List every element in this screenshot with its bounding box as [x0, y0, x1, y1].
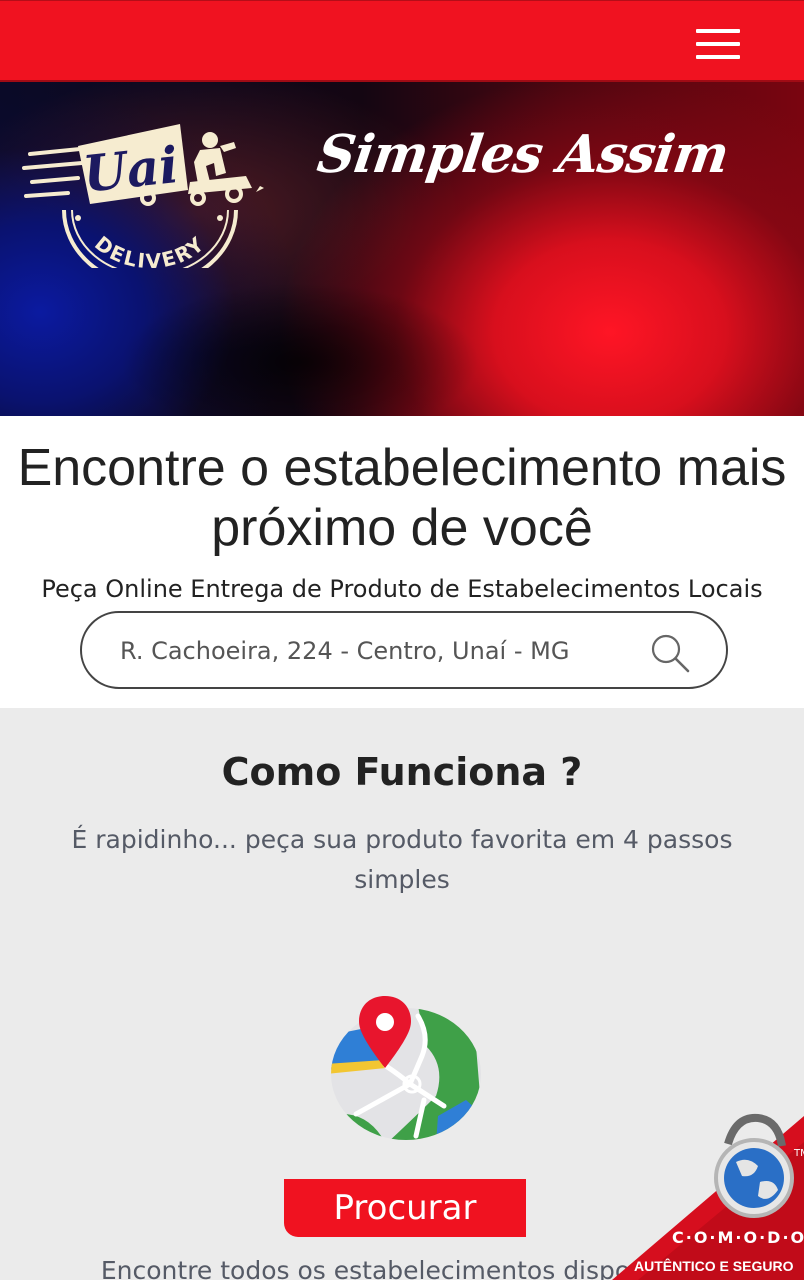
hamburger-icon[interactable] — [692, 29, 744, 69]
address-search-box — [80, 611, 728, 689]
svg-text:TM: TM — [793, 1148, 804, 1159]
svg-text:Uai: Uai — [80, 135, 181, 204]
page-subheadline: Peça Online Entrega de Produto de Estabe… — [41, 575, 763, 603]
page-headline: Encontre o estabelecimento mais próximo … — [17, 439, 787, 557]
address-input[interactable] — [120, 631, 588, 671]
section-description: É rapidinho... peça sua produto favorita… — [71, 825, 733, 894]
uai-delivery-logo: Uai DELIVERY — [22, 124, 264, 268]
hero-banner: Uai DELIVERY Simples Assim — [0, 82, 804, 416]
top-bar — [0, 0, 804, 82]
comodo-label: AUTÊNTICO E SEGURO — [634, 1258, 794, 1274]
section-title: Como Funciona ? — [221, 750, 583, 794]
hero-tagline: Simples Assim — [313, 124, 732, 185]
svg-text:DELIVERY: DELIVERY — [90, 231, 210, 268]
search-icon[interactable] — [648, 631, 692, 675]
procurar-button[interactable]: Procurar — [284, 1179, 526, 1237]
comodo-badge[interactable]: TM — [608, 1112, 804, 1280]
map-pin-icon — [331, 996, 481, 1140]
comodo-brand: C·O·M·O·D·O — [672, 1228, 804, 1247]
